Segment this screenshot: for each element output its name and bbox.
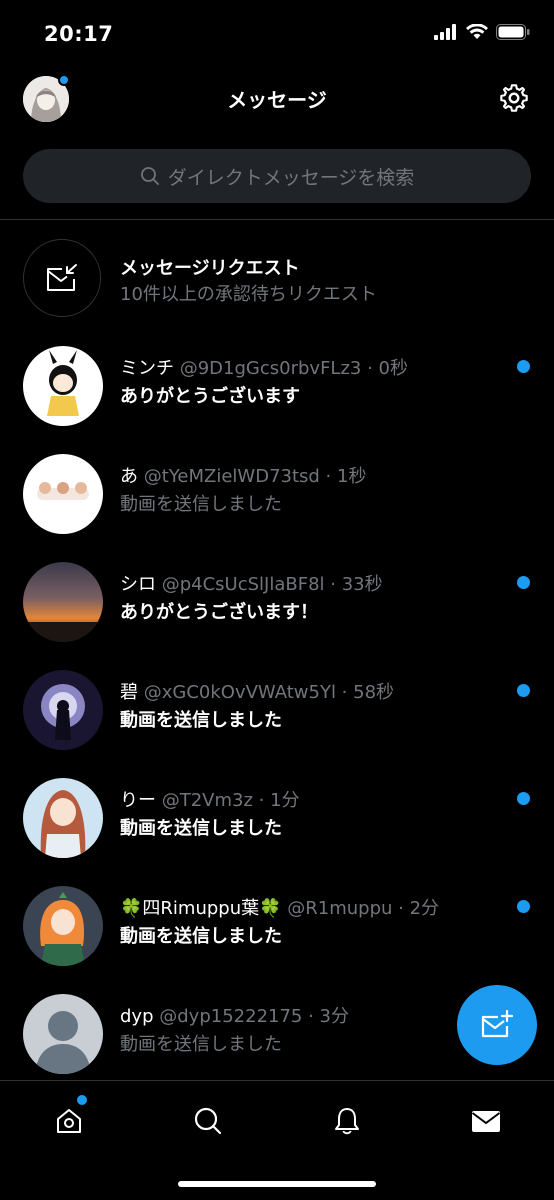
- compose-message-icon: [481, 1010, 514, 1038]
- battery-icon: [496, 24, 530, 40]
- avatar: [23, 454, 103, 534]
- unread-dot: [517, 792, 530, 805]
- search-icon: [194, 1107, 222, 1135]
- gear-icon[interactable]: [498, 82, 530, 114]
- tab-notifications[interactable]: [327, 1101, 367, 1141]
- message-requests-icon-container: [23, 239, 101, 317]
- sender-meta: @T2Vm3z · 1分: [161, 790, 300, 811]
- sender-name: シロ: [120, 574, 156, 595]
- unread-dot: [517, 684, 530, 697]
- message-preview: 動画を送信しました: [120, 494, 282, 515]
- message-preview: 動画を送信しました: [120, 926, 282, 947]
- home-indicator: [178, 1181, 376, 1187]
- avatar: [23, 778, 103, 858]
- avatar: [23, 886, 103, 966]
- tab-home[interactable]: [49, 1101, 89, 1141]
- search-icon: [140, 167, 159, 185]
- home-icon: [57, 1109, 81, 1133]
- search-input[interactable]: ダイレクトメッセージを検索: [23, 149, 531, 203]
- header: メッセージ: [0, 66, 554, 130]
- sender-name: ミンチ: [120, 358, 174, 379]
- status-time: 20:17: [44, 22, 114, 46]
- home-notification-dot: [77, 1095, 87, 1105]
- sender-name: 碧: [120, 682, 138, 703]
- status-icons: [434, 24, 530, 40]
- sender-name: 🍀四Rimuppu葉🍀: [120, 898, 282, 919]
- sender-meta: @tYeMZielWD73tsd · 1秒: [143, 466, 367, 487]
- sender-meta: @R1muppu · 2分: [287, 898, 440, 919]
- message-preview: 動画を送信しました: [120, 710, 282, 731]
- avatar: [23, 670, 103, 750]
- message-requests-subtitle: 10件以上の承認待ちリクエスト: [120, 284, 377, 305]
- page-title: メッセージ: [227, 88, 327, 112]
- sender-meta: @p4CsUcSlJlaBF8l · 33秒: [161, 574, 383, 595]
- status-bar: 20:17: [0, 0, 554, 66]
- tab-search[interactable]: [188, 1101, 228, 1141]
- new-message-button[interactable]: [457, 985, 537, 1065]
- message-requests-row[interactable]: メッセージリクエスト 10件以上の承認待ちリクエスト: [0, 238, 554, 318]
- message-preview: 動画を送信しました: [120, 818, 282, 839]
- divider: [0, 219, 554, 220]
- unread-dot: [517, 576, 530, 589]
- conversation-row[interactable]: 碧 @xGC0kOvVWAtw5Yl · 58秒 動画を送信しました: [0, 650, 554, 758]
- search-placeholder: ダイレクトメッセージを検索: [167, 166, 415, 189]
- wifi-icon: [466, 24, 488, 39]
- conversation-row[interactable]: あ @tYeMZielWD73tsd · 1秒 動画を送信しました: [0, 434, 554, 542]
- conversation-row[interactable]: ミンチ @9D1gGcs0rbvFLz3 · 0秒 ありがとうございます: [0, 326, 554, 434]
- avatar: [23, 562, 103, 642]
- sender-meta: @9D1gGcs0rbvFLz3 · 0秒: [179, 358, 408, 379]
- cellular-signal-icon: [434, 24, 456, 40]
- unread-dot: [517, 900, 530, 913]
- notifications-icon: [335, 1108, 359, 1135]
- unread-dot: [517, 360, 530, 373]
- conversation-row[interactable]: シロ @p4CsUcSlJlaBF8l · 33秒 ありがとうございます！: [0, 542, 554, 650]
- envelope-inbound-icon: [47, 264, 77, 291]
- message-preview: ありがとうございます！: [120, 602, 318, 623]
- sender-meta: @dyp15222175 · 3分: [159, 1006, 349, 1027]
- conversation-list: ミンチ @9D1gGcs0rbvFLz3 · 0秒 ありがとうございます あ @…: [0, 326, 554, 1082]
- sender-meta: @xGC0kOvVWAtw5Yl · 58秒: [143, 682, 395, 703]
- sender-name: りー: [120, 790, 156, 811]
- sender-name: dyp: [120, 1006, 154, 1027]
- message-requests-title: メッセージリクエスト: [120, 258, 300, 279]
- messages-icon: [471, 1111, 501, 1132]
- message-preview: 動画を送信しました: [120, 1034, 282, 1055]
- conversation-row[interactable]: 🍀四Rimuppu葉🍀 @R1muppu · 2分 動画を送信しました: [0, 866, 554, 974]
- sender-name: あ: [120, 466, 138, 487]
- avatar: [23, 346, 103, 426]
- message-preview: ありがとうございます: [120, 386, 300, 407]
- avatar: [23, 994, 103, 1074]
- tab-messages[interactable]: [466, 1101, 506, 1141]
- conversation-row[interactable]: りー @T2Vm3z · 1分 動画を送信しました: [0, 758, 554, 866]
